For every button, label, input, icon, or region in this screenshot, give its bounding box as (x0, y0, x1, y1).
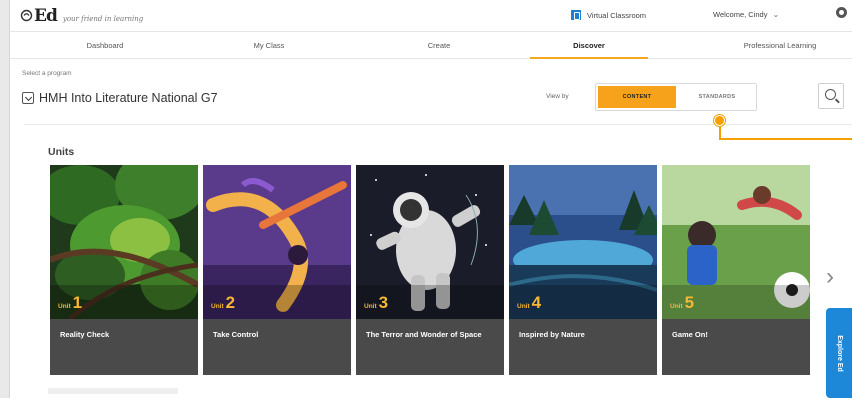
ed-logo[interactable]: Ed your friend in learning (20, 6, 143, 26)
unit-word: Unit (670, 303, 683, 310)
gear-icon[interactable] (836, 7, 847, 18)
view-standards-button[interactable]: STANDARDS (678, 84, 756, 110)
nav-dashboard[interactable]: Dashboard (65, 41, 145, 50)
unit-card-4[interactable]: Unit 4 Inspired by Nature (509, 165, 657, 375)
unit-number: 1 (72, 293, 83, 312)
app-window: Ed your friend in learning Virtual Class… (9, 0, 852, 398)
chevron-right-icon[interactable]: › (820, 262, 840, 292)
user-menu[interactable]: Welcome, Cindy ⌄ (713, 10, 779, 19)
program-name: HMH Into Literature National G7 (39, 91, 218, 105)
unit-badge: Unit 4 (517, 294, 541, 311)
unit-word: Unit (58, 303, 71, 310)
virtual-classroom-link[interactable]: Virtual Classroom (571, 10, 646, 20)
unit-badge: Unit 3 (364, 294, 388, 311)
unit-word: Unit (364, 303, 377, 310)
search-icon (825, 89, 836, 100)
main-nav: Dashboard My Class Create Discover Profe… (10, 33, 852, 59)
unit-number: 5 (684, 293, 695, 312)
unit-word: Unit (517, 303, 530, 310)
callout-marker (714, 115, 725, 126)
next-section-heading (48, 388, 178, 394)
explore-ed-label: Explore Ed (836, 334, 844, 372)
unit-title: Take Control (203, 319, 351, 375)
search-button[interactable] (818, 83, 844, 109)
explore-ed-tab[interactable]: Explore Ed (826, 308, 852, 398)
callout-line (719, 138, 852, 140)
nav-discover[interactable]: Discover (549, 41, 629, 50)
units-heading: Units (48, 146, 75, 158)
view-by-toggle: CONTENT STANDARDS (595, 83, 757, 111)
view-by-label: View by (546, 93, 569, 100)
unit-title: Game On! (662, 319, 810, 375)
active-tab-indicator (530, 57, 648, 59)
unit-number: 3 (378, 293, 389, 312)
divider (24, 124, 852, 125)
logo-text: Ed (34, 6, 58, 26)
nav-my-class[interactable]: My Class (229, 41, 309, 50)
unit-badge: Unit 1 (58, 294, 82, 311)
unit-number: 2 (225, 293, 236, 312)
unit-number: 4 (531, 293, 542, 312)
nav-create[interactable]: Create (399, 41, 479, 50)
unit-card-1[interactable]: Unit 1 Reality Check (50, 165, 198, 375)
unit-title: The Terror and Wonder of Space (356, 319, 504, 375)
virtual-classroom-icon (571, 10, 581, 20)
virtual-classroom-label: Virtual Classroom (587, 10, 647, 20)
search-icon-handle (835, 98, 840, 104)
chevron-down-icon: ⌄ (772, 10, 780, 19)
unit-badge: Unit 5 (670, 294, 694, 311)
unit-badge: Unit 2 (211, 294, 235, 311)
unit-title: Inspired by Nature (509, 319, 657, 375)
welcome-text: Welcome, Cindy (713, 10, 768, 19)
chevron-down-icon (22, 92, 34, 104)
top-bar: Ed your friend in learning Virtual Class… (10, 0, 852, 32)
logo-mark: Ed (20, 6, 58, 26)
unit-title: Reality Check (50, 319, 198, 375)
program-select-label: Select a program (22, 70, 72, 77)
unit-card-5[interactable]: Unit 5 Game On! (662, 165, 810, 375)
view-content-button[interactable]: CONTENT (598, 86, 676, 108)
logo-tagline: your friend in learning (62, 15, 144, 23)
unit-card-2[interactable]: Unit 2 Take Control (203, 165, 351, 375)
program-dropdown[interactable]: HMH Into Literature National G7 (22, 91, 218, 105)
nav-professional-learning[interactable]: Professional Learning (710, 41, 850, 50)
unit-card-3[interactable]: Unit 3 The Terror and Wonder of Space (356, 165, 504, 375)
unit-word: Unit (211, 303, 224, 310)
logo-swirl-icon (20, 9, 33, 22)
